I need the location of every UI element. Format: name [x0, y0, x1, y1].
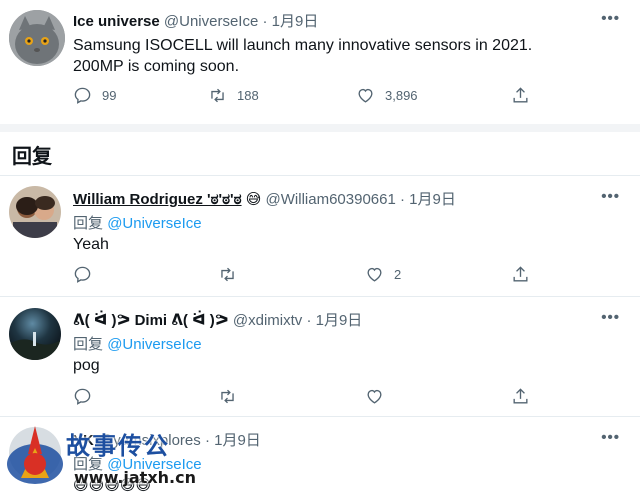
- like-button[interactable]: [365, 387, 394, 406]
- tweet-text-line-2: 200MP is coming soon.: [73, 58, 240, 75]
- display-name[interactable]: William Rodriguez 'ಠ'ಠ'ಠ: [73, 191, 242, 208]
- more-options-icon[interactable]: •••: [601, 188, 620, 205]
- avatar[interactable]: [9, 308, 61, 360]
- tweet-header: William Rodriguez 'ಠ'ಠ'ಠ 😅 @William60390…: [73, 188, 456, 209]
- reply-prefix: 回复: [73, 336, 104, 353]
- section-divider: [0, 124, 640, 132]
- watermark-emblem-icon: [7, 426, 63, 484]
- reply-tweet[interactable]: William Rodriguez 'ಠ'ಠ'ಠ 😅 @William60390…: [0, 176, 640, 296]
- reply-button[interactable]: [73, 387, 102, 406]
- heart-icon: [358, 88, 373, 103]
- retweet-button[interactable]: 188: [208, 86, 259, 105]
- like-button[interactable]: 3,896: [356, 86, 418, 105]
- tweet-actions: 99 188 3,896: [73, 86, 543, 108]
- reply-button[interactable]: [73, 265, 102, 284]
- tweet-header: Ice universe @UniverseIce · 1月9日: [73, 10, 318, 31]
- user-handle[interactable]: @William60390661: [266, 191, 396, 208]
- user-handle[interactable]: @xdimixtv: [233, 312, 302, 329]
- tweet-date[interactable]: 1月9日: [409, 191, 456, 208]
- tweet-date[interactable]: 1月9日: [272, 13, 319, 30]
- tweet-text: pog: [73, 357, 100, 374]
- avatar[interactable]: [9, 186, 61, 238]
- more-options-icon[interactable]: •••: [601, 10, 620, 27]
- cat-avatar-image: [9, 10, 65, 66]
- tweet-text: Yeah: [73, 236, 109, 253]
- reply-button[interactable]: 99: [73, 86, 116, 105]
- retweet-button[interactable]: [218, 387, 247, 406]
- watermark-url: www.jatxh.cn: [74, 468, 196, 487]
- heart-icon: [367, 267, 382, 282]
- couple-avatar-image: [9, 186, 61, 238]
- reply-count: 99: [102, 88, 117, 103]
- watermark-logo: [4, 424, 66, 494]
- reply-to-handle[interactable]: @UniverseIce: [107, 336, 201, 353]
- share-icon: [513, 87, 528, 103]
- reply-tweet[interactable]: ᕕ( ᐛ )ᕗ Dimi ᕕ( ᐛ )ᕗ @xdimixtv · 1月9日 ••…: [0, 297, 640, 416]
- user-handle[interactable]: @UniverseIce: [164, 13, 258, 30]
- tweet-date[interactable]: 1月9日: [316, 312, 363, 329]
- share-button[interactable]: [511, 387, 540, 406]
- reply-icon: [74, 388, 91, 405]
- dark-avatar-image: [9, 308, 61, 360]
- replying-to: 回复 @UniverseIce: [73, 333, 202, 354]
- tweet-date[interactable]: 1月9日: [214, 432, 261, 449]
- tweet-actions: [73, 387, 543, 409]
- more-options-icon[interactable]: •••: [601, 309, 620, 326]
- dot-separator: ·: [306, 312, 312, 329]
- dot-separator: ·: [262, 13, 268, 30]
- reply-icon: [74, 266, 91, 283]
- tweet-header: ᕕ( ᐛ )ᕗ Dimi ᕕ( ᐛ )ᕗ @xdimixtv · 1月9日: [73, 309, 362, 330]
- tweet-actions: 2: [73, 265, 543, 287]
- heart-icon: [367, 389, 382, 404]
- avatar[interactable]: [9, 10, 65, 66]
- like-count: 3,896: [385, 88, 418, 103]
- dot-separator: ·: [204, 432, 210, 449]
- retweet-icon: [221, 389, 234, 404]
- like-count: 2: [394, 267, 402, 282]
- display-name[interactable]: ᕕ( ᐛ )ᕗ Dimi ᕕ( ᐛ )ᕗ: [73, 312, 229, 329]
- replying-to: 回复 @UniverseIce: [73, 212, 202, 233]
- share-button[interactable]: [511, 265, 540, 284]
- display-name[interactable]: Ice universe: [73, 13, 160, 30]
- replies-heading: 回复: [12, 146, 52, 168]
- more-options-icon[interactable]: •••: [601, 429, 620, 446]
- dot-separator: ·: [400, 191, 405, 208]
- retweet-count: 188: [237, 88, 259, 103]
- tweet-text: Samsung ISOCELL will launch many innovat…: [73, 35, 532, 77]
- share-button[interactable]: [511, 86, 540, 105]
- share-icon: [513, 266, 528, 282]
- share-icon: [513, 388, 528, 404]
- retweet-icon: [221, 267, 234, 282]
- reply-icon: [74, 87, 91, 104]
- retweet-button[interactable]: [218, 265, 247, 284]
- emoji: 😅: [245, 191, 262, 208]
- watermark-title: 故事传公: [66, 431, 170, 460]
- main-tweet[interactable]: Ice universe @UniverseIce · 1月9日 ••• Sam…: [0, 0, 640, 125]
- tweet-text-line-1: Samsung ISOCELL will launch many innovat…: [73, 37, 533, 54]
- retweet-icon: [211, 88, 224, 103]
- reply-prefix: 回复: [73, 215, 104, 232]
- reply-to-handle[interactable]: @UniverseIce: [107, 215, 201, 232]
- like-button[interactable]: 2: [365, 265, 401, 284]
